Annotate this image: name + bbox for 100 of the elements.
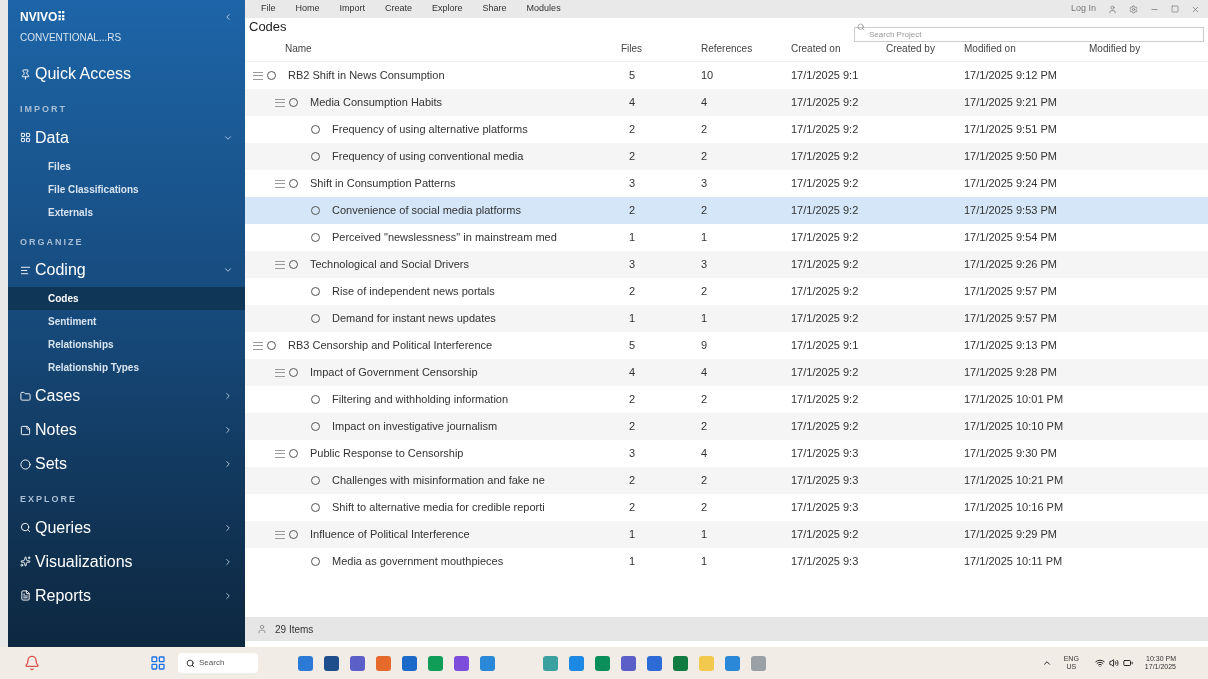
notification-icon[interactable] xyxy=(24,655,40,671)
chevron-icon xyxy=(223,590,233,601)
collapse-icon[interactable] xyxy=(275,449,285,458)
maximize-icon[interactable] xyxy=(1171,5,1179,13)
taskbar-app-icon[interactable] xyxy=(350,655,365,671)
taskbar-app-icon[interactable] xyxy=(324,655,339,671)
table-row[interactable]: Influence of Political Interference 1 1 17/1/2025 9:2 17/1/2025 9:29 PM xyxy=(245,521,1208,548)
column-header[interactable]: Name xyxy=(245,41,605,56)
sidebar-subitem[interactable]: Codes xyxy=(8,287,245,310)
collapse-icon[interactable] xyxy=(253,341,263,350)
menu-item[interactable]: Modules xyxy=(526,2,561,16)
table-cell-text: 3 xyxy=(628,176,637,192)
taskbar-app-icon[interactable] xyxy=(673,655,688,671)
table-cell-text: 17/1/2025 9:1 xyxy=(790,338,860,354)
table-cell-text: 17/1/2025 9:3 xyxy=(790,500,860,516)
column-header[interactable]: Modified by xyxy=(1073,41,1153,56)
table-cell-text: 2 xyxy=(628,419,637,435)
collapse-icon[interactable] xyxy=(275,98,285,107)
table-cell-text: 17/1/2025 10:16 PM xyxy=(963,500,1065,516)
taskbar-app-icon[interactable] xyxy=(298,655,313,671)
taskbar-app-icon[interactable] xyxy=(725,655,740,671)
collapse-icon[interactable] xyxy=(253,71,263,80)
sidebar-group[interactable]: Notes xyxy=(8,413,245,447)
tray-chevron-icon[interactable] xyxy=(1041,658,1052,668)
collapse-icon[interactable] xyxy=(275,179,285,188)
table-cell-text: 17/1/2025 9:24 PM xyxy=(963,176,1058,192)
search-field[interactable]: Search Project xyxy=(854,26,1204,42)
code-name: Public Response to Censorship xyxy=(310,446,464,462)
table-row[interactable]: Impact on investigative journalism 2 2 17/1/2025 9:2 17/1/2025 10:10 PM xyxy=(245,413,1208,440)
start-icon[interactable] xyxy=(150,655,166,671)
sidebar-group[interactable]: Visualizations xyxy=(8,544,245,579)
code-name: Impact of Government Censorship xyxy=(310,365,478,381)
sidebar-subitem[interactable]: Relationship Types xyxy=(8,356,245,379)
table-row[interactable]: Technological and Social Drivers 3 3 17/1/2025 9:2 17/1/2025 9:26 PM xyxy=(245,251,1208,278)
table-cell-text: 17/1/2025 9:54 PM xyxy=(963,230,1058,246)
taskbar-app-icon[interactable] xyxy=(480,655,495,671)
menu-item[interactable]: Import xyxy=(339,2,366,16)
sidebar-group[interactable]: Queries xyxy=(8,510,245,545)
wifi-icon[interactable] xyxy=(1094,658,1105,668)
column-header[interactable]: Created by xyxy=(870,41,948,56)
taskbar-app-icon[interactable] xyxy=(569,655,584,671)
menu-item[interactable]: Home xyxy=(295,2,320,16)
sidebar-subitem[interactable]: Externals xyxy=(8,200,245,224)
volume-icon[interactable] xyxy=(1108,658,1119,668)
column-header[interactable]: References xyxy=(685,41,775,56)
menu-item[interactable]: File xyxy=(261,2,276,16)
sidebar-group[interactable]: Reports xyxy=(8,578,245,613)
menu-item[interactable]: Explore xyxy=(432,2,463,16)
sidebar-section-label: ORGANIZE xyxy=(19,235,85,249)
table-cell-text: 1 xyxy=(628,554,637,570)
collapse-icon[interactable] xyxy=(275,260,285,269)
taskbar-app-icon[interactable] xyxy=(428,655,443,671)
taskbar-app-icon[interactable] xyxy=(647,655,662,671)
taskbar-search[interactable]: Search xyxy=(178,653,258,673)
table-row[interactable]: Media Consumption Habits 4 4 17/1/2025 9:2 17/1/2025 9:21 PM xyxy=(245,89,1208,116)
taskbar-app-icon[interactable] xyxy=(454,655,469,671)
sidebar-subitem[interactable]: Sentiment xyxy=(8,310,245,333)
sidebar-subitem[interactable]: Files xyxy=(8,154,245,178)
menu-item[interactable]: Create xyxy=(385,2,413,16)
column-header[interactable]: Files xyxy=(605,41,685,56)
table-cell-text: 2 xyxy=(628,122,637,138)
menu-item[interactable]: Share xyxy=(482,2,507,16)
login-link[interactable]: Log In xyxy=(1070,2,1096,16)
collapse-icon[interactable] xyxy=(275,530,285,539)
settings-icon[interactable] xyxy=(1129,4,1138,14)
code-name: Influence of Political Interference xyxy=(310,527,470,543)
table-cell-text: 17/1/2025 9:2 xyxy=(790,257,860,273)
taskbar-app-icon[interactable] xyxy=(621,655,636,671)
table-row[interactable]: Convenience of social media platforms 2 2 17/1/2025 9:2 17/1/2025 9:53 PM xyxy=(245,197,1208,224)
close-icon[interactable] xyxy=(1191,4,1200,14)
table-cell-text: 17/1/2025 9:2 xyxy=(790,176,860,192)
battery-icon[interactable] xyxy=(1122,658,1133,668)
table-cell-text: 17/1/2025 9:12 PM xyxy=(963,68,1058,84)
sidebar-subitem[interactable]: File Classifications xyxy=(8,177,245,201)
collapse-sidebar-icon[interactable] xyxy=(223,12,233,22)
sidebar-group[interactable]: Data xyxy=(8,120,245,155)
table-row[interactable]: Challenges with misinformation and fake ne 2 2 17/1/2025 9:3 17/1/2025 10:21 PM xyxy=(245,467,1208,494)
table-cell-text: 3 xyxy=(628,446,637,462)
code-name: Demand for instant news updates xyxy=(332,311,496,327)
sidebar-section-label: IMPORT xyxy=(19,103,68,116)
table-row[interactable]: Impact of Government Censorship 4 4 17/1/2025 9:2 17/1/2025 9:28 PM xyxy=(245,359,1208,386)
table-cell-text: 4 xyxy=(628,365,637,381)
column-header[interactable]: Created on xyxy=(775,41,870,56)
table-cell-text: 2 xyxy=(700,392,709,408)
table-cell-text: 2 xyxy=(700,473,709,489)
taskbar-app-icon[interactable] xyxy=(402,655,417,671)
sidebar-group[interactable]: Cases xyxy=(8,379,245,413)
sidebar-subitem[interactable]: Relationships xyxy=(8,333,245,356)
table-cell-text: 1 xyxy=(628,230,637,246)
sidebar-group[interactable]: Quick Access xyxy=(8,57,245,91)
column-header[interactable]: Modified on xyxy=(948,41,1073,56)
table-row[interactable]: Demand for instant news updates 1 1 17/1/2025 9:2 17/1/2025 9:57 PM xyxy=(245,305,1208,332)
collapse-icon[interactable] xyxy=(275,368,285,377)
nav-icon xyxy=(20,522,31,533)
sidebar-group[interactable]: Coding xyxy=(8,253,245,287)
sidebar-group[interactable]: Sets xyxy=(8,447,245,481)
table-row[interactable]: Frequency of using conventional media 2 2 17/1/2025 9:2 17/1/2025 9:50 PM xyxy=(245,143,1208,170)
taskbar-app-icon[interactable] xyxy=(595,655,610,671)
account-icon[interactable] xyxy=(1108,4,1117,14)
chevron-icon xyxy=(223,556,233,567)
